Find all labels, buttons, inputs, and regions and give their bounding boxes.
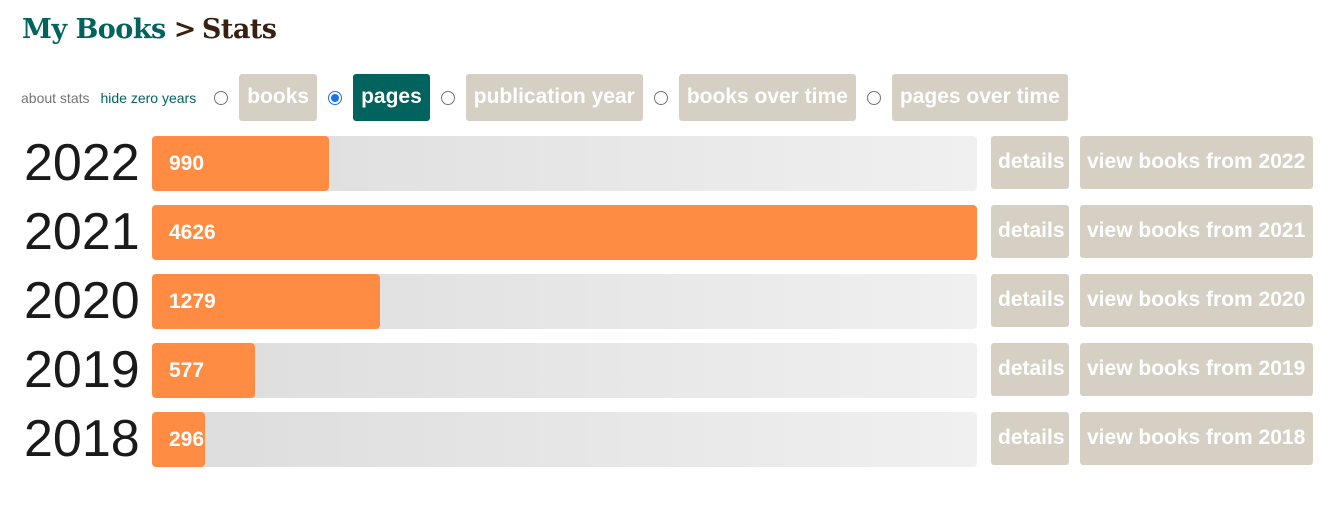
details-button[interactable]: details	[991, 205, 1069, 258]
details-button[interactable]: details	[991, 343, 1069, 396]
option-pages: pages	[328, 74, 430, 121]
bar-value: 577	[169, 359, 205, 382]
year-label: 2020	[24, 272, 140, 330]
view-books-button[interactable]: view books from 2020	[1080, 274, 1313, 327]
view-books-button[interactable]: view books from 2019	[1080, 343, 1313, 396]
bar-track: 577	[152, 343, 977, 398]
year-label: 2021	[24, 203, 140, 261]
tab-pages[interactable]: pages	[353, 74, 430, 121]
bar-value: 1279	[169, 290, 216, 313]
bar-track: 990	[152, 136, 977, 191]
radio-pages-over-time[interactable]	[866, 90, 881, 105]
year-label: 2018	[24, 410, 140, 468]
option-publication-year: publication year	[440, 74, 643, 121]
view-books-button[interactable]: view books from 2018	[1080, 412, 1313, 465]
page-title: Stats	[201, 14, 277, 45]
about-stats-link[interactable]: about stats	[21, 90, 90, 106]
bar-track: 296	[152, 412, 977, 467]
option-books: books	[214, 74, 318, 121]
radio-publication-year[interactable]	[440, 90, 455, 105]
tab-publication-year[interactable]: publication year	[465, 74, 643, 121]
breadcrumb-separator: >	[173, 14, 197, 45]
tab-books[interactable]: books	[239, 74, 318, 121]
radio-books[interactable]	[214, 90, 229, 105]
bar-value: 4626	[169, 221, 216, 244]
tab-books-over-time[interactable]: books over time	[678, 74, 856, 121]
bar-fill	[152, 205, 977, 260]
breadcrumb: My Books > Stats	[22, 14, 277, 45]
year-label: 2019	[24, 341, 140, 399]
bar-track: 1279	[152, 274, 977, 329]
bar-value: 296	[169, 428, 205, 451]
details-button[interactable]: details	[991, 412, 1069, 465]
breadcrumb-my-books-link[interactable]: My Books	[22, 14, 166, 45]
radio-books-over-time[interactable]	[653, 90, 668, 105]
year-label: 2022	[24, 134, 140, 192]
view-books-button[interactable]: view books from 2021	[1080, 205, 1313, 258]
bar-track: 4626	[152, 205, 977, 260]
details-button[interactable]: details	[991, 274, 1069, 327]
option-books-over-time: books over time	[653, 74, 856, 121]
tab-pages-over-time[interactable]: pages over time	[891, 74, 1068, 121]
hide-zero-years-link[interactable]: hide zero years	[101, 90, 197, 106]
stats-toolbar: about stats hide zero years books pages …	[21, 74, 1079, 121]
details-button[interactable]: details	[991, 136, 1069, 189]
option-pages-over-time: pages over time	[866, 74, 1068, 121]
radio-pages[interactable]	[328, 90, 343, 105]
view-books-button[interactable]: view books from 2022	[1080, 136, 1313, 189]
bar-value: 990	[169, 152, 205, 175]
